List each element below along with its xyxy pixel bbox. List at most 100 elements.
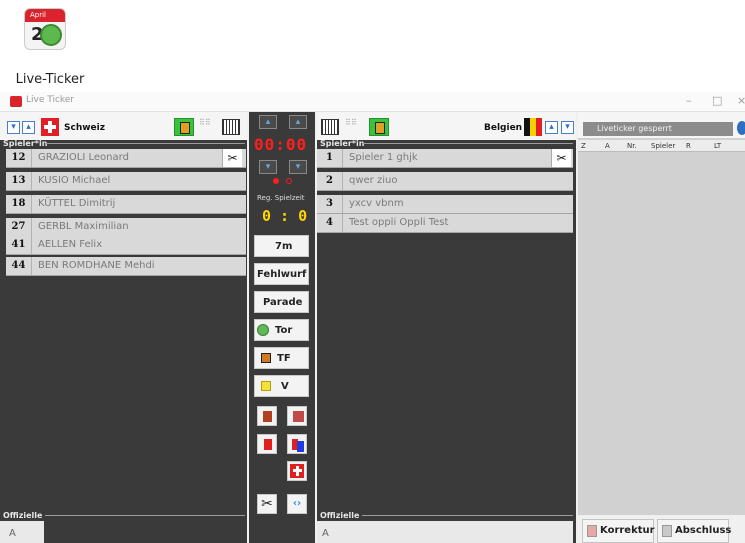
chevron-up-icon[interactable]: ▴ [545, 121, 558, 134]
desktop-icon-label: Live-Ticker [15, 72, 85, 87]
away-official-value: A [322, 528, 329, 539]
divider [362, 515, 573, 516]
chevron-up-icon[interactable]: ▴ [289, 115, 307, 129]
player-name: Spieler 1 ghjk [349, 152, 418, 163]
home-official-slot[interactable] [0, 521, 44, 543]
period-indicator-1 [273, 178, 279, 184]
table-row[interactable]: 3 yxcv vbnm [317, 195, 573, 214]
ball-icon [257, 324, 269, 336]
table-row[interactable]: 1 Spieler 1 ghjk ✂ [317, 149, 573, 168]
parade-button[interactable]: Parade [254, 291, 309, 313]
belgian-flag-icon [524, 118, 542, 136]
away-official-slot[interactable] [317, 521, 573, 543]
timeout-card-icon[interactable] [369, 118, 389, 136]
abschluss-label: Abschluss [675, 525, 732, 536]
calendar-month: April [25, 9, 65, 22]
swap-sides-icon[interactable]: ‹› [287, 494, 307, 514]
column-a: A [605, 142, 610, 150]
period-indicator-2 [286, 178, 292, 184]
blue-card-icon[interactable] [287, 434, 307, 454]
close-button[interactable]: × [737, 94, 745, 107]
chevron-down-icon[interactable]: ▾ [7, 121, 20, 134]
player-name: yxcv vbnm [349, 198, 404, 209]
home-team-name: Schweiz [64, 123, 105, 133]
table-row[interactable]: 44 BEN ROMDHANE Mehdi [6, 257, 246, 276]
red-card-icon[interactable] [257, 434, 277, 454]
away-team-name: Belgien [484, 123, 523, 133]
player-number: 4 [317, 214, 343, 232]
title-bar: Live Ticker – □ × [0, 92, 745, 112]
goal-button[interactable]: Tor [254, 319, 309, 341]
yellow-card-icon [261, 381, 271, 391]
korrektur-button[interactable]: Korrektur [582, 519, 655, 543]
double-two-minute-icon[interactable] [287, 406, 307, 426]
goalkeeper-icon[interactable]: ✂ [257, 494, 277, 514]
maximize-button[interactable]: □ [712, 94, 722, 107]
table-row[interactable]: 18 KÜTTEL Dimitrij [6, 195, 246, 214]
divider [362, 143, 573, 144]
goalkeeper-icon[interactable]: ✂ [551, 149, 571, 167]
table-row[interactable]: 13 KUSIO Michael [6, 172, 246, 191]
goal-gate-icon[interactable] [321, 119, 339, 135]
score-display: 0 : 0 [262, 207, 308, 225]
ticker-panel [578, 112, 745, 543]
desktop-shortcut-live-ticker[interactable]: April 20 Live-Ticker [14, 6, 84, 90]
home-officials-label: Offizielle [3, 511, 43, 520]
grid-dots-icon: ⠿⠿ [199, 118, 211, 127]
column-r: R [686, 142, 691, 150]
technical-fault-label: TF [277, 353, 291, 364]
info-icon[interactable] [737, 121, 745, 135]
player-name: Test oppli Oppli Test [349, 217, 449, 228]
technical-fault-button[interactable]: TF [254, 347, 309, 369]
ticker-locked-button[interactable]: Liveticker gesperrt [583, 122, 733, 136]
player-number: 12 [6, 149, 32, 167]
column-z: Z [581, 142, 586, 150]
player-number: 41 [6, 236, 32, 254]
window-title: Live Ticker [26, 95, 75, 105]
player-number: 1 [317, 149, 343, 167]
timeout-card-icon[interactable] [174, 118, 194, 136]
column-nr: Nr. [627, 142, 637, 150]
player-name: GRAZIOLI Leonard [38, 152, 129, 163]
goalkeeper-icon[interactable]: ✂ [222, 149, 242, 167]
medical-icon[interactable] [287, 461, 307, 481]
table-row[interactable]: 4 Test oppli Oppli Test [317, 214, 573, 233]
finish-icon [662, 525, 672, 537]
seven-meter-label: 7m [275, 241, 293, 252]
player-number: 27 [6, 218, 32, 236]
goal-label: Tor [275, 325, 293, 336]
player-number: 13 [6, 172, 32, 190]
table-row[interactable]: 27 GERBL Maximilian [6, 218, 246, 237]
table-row[interactable]: 2 qwer ziuo [317, 172, 573, 191]
divider [45, 515, 245, 516]
player-number: 18 [6, 195, 32, 213]
chevron-down-icon[interactable]: ▾ [259, 160, 277, 174]
regular-time-label: Reg. Spielzeit [257, 194, 305, 202]
swiss-flag-icon [41, 118, 59, 136]
divider [45, 143, 245, 144]
seven-meter-button[interactable]: 7m [254, 235, 309, 257]
goal-gate-icon[interactable] [222, 119, 240, 135]
table-row[interactable]: 12 GRAZIOLI Leonard ✂ [6, 149, 246, 168]
abschluss-button[interactable]: Abschluss [657, 519, 732, 543]
calendar-clock-icon: April 20 [24, 8, 66, 50]
technical-fault-icon [261, 353, 271, 363]
player-name: BEN ROMDHANE Mehdi [38, 260, 155, 271]
away-players-label: Spieler*in [320, 139, 365, 148]
warning-label: V [281, 381, 289, 392]
fehlwurf-button[interactable]: Fehlwurf [254, 263, 309, 285]
grid-dots-icon: ⠿⠿ [345, 118, 357, 127]
warning-button[interactable]: V [254, 375, 309, 397]
minimize-button[interactable]: – [686, 94, 692, 107]
player-name: GERBL Maximilian [38, 221, 129, 232]
chevron-up-icon[interactable]: ▴ [259, 115, 277, 129]
chevron-down-icon[interactable]: ▾ [289, 160, 307, 174]
chevron-up-icon[interactable]: ▴ [22, 121, 35, 134]
fehlwurf-label: Fehlwurf [257, 269, 307, 280]
home-official-value: A [9, 528, 16, 539]
chevron-down-icon[interactable]: ▾ [561, 121, 574, 134]
two-minute-icon[interactable] [257, 406, 277, 426]
table-row[interactable]: 41 AELLEN Felix [6, 236, 246, 255]
away-officials-label: Offizielle [320, 511, 360, 520]
player-name: AELLEN Felix [38, 239, 103, 250]
